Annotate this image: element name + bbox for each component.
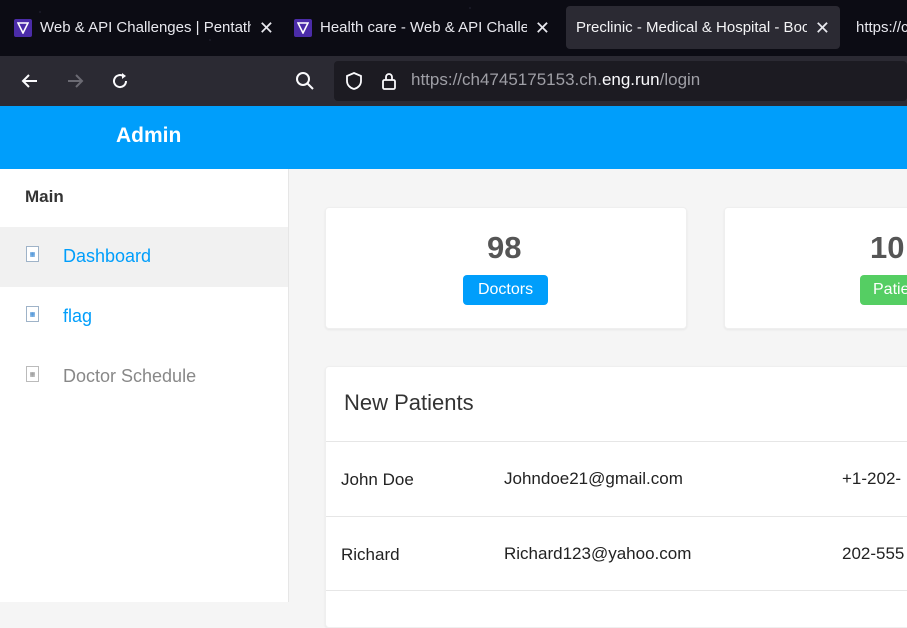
sidebar-menu-title: Main <box>25 187 64 206</box>
sidebar-item-label: flag <box>63 306 93 326</box>
browser-tab-2[interactable]: Health care - Web & API Challe ✕ <box>294 6 550 49</box>
stat-label-badge: Doctors <box>463 275 548 305</box>
stat-card-doctors <box>325 207 687 329</box>
back-arrow-icon[interactable] <box>17 68 43 94</box>
sidebar-item-label: Dashboard <box>63 246 152 266</box>
browser-tab-title: https://c <box>856 19 907 36</box>
divider <box>326 516 907 517</box>
patient-email: Johndoe21@gmail.com <box>504 469 683 488</box>
browser-tab-title: Health care - Web & API Challe <box>320 19 527 36</box>
browser-tab-active[interactable]: Preclinic - Medical & Hospital - Boo ✕ <box>566 6 840 49</box>
browser-tab-title: Web & API Challenges | Pentath <box>40 19 251 36</box>
patient-phone: 202-555 <box>842 544 905 563</box>
patient-phone: +1-202- <box>842 469 902 488</box>
sidebar-item-label: Doctor Schedule <box>63 366 197 386</box>
sidebar-item-flag[interactable]: ▦ flag <box>0 287 288 347</box>
brand-title[interactable]: Admin <box>116 124 181 148</box>
pentester-lab-favicon-icon <box>294 18 312 37</box>
stat-value: 98 <box>487 230 522 265</box>
close-tab-icon[interactable]: ✕ <box>259 19 274 37</box>
url-text[interactable]: https://ch4745175153.ch.eng.run/login <box>411 70 700 90</box>
dashboard-icon: ▦ <box>26 246 39 262</box>
flag-icon: ▦ <box>26 306 39 322</box>
sidebar-item-doctor-schedule[interactable]: ▦ Doctor Schedule <box>0 347 288 407</box>
url-path: /login <box>659 70 701 89</box>
stat-label-badge: Patie <box>860 275 907 305</box>
patient-email: Richard123@yahoo.com <box>504 544 692 563</box>
divider <box>326 441 907 442</box>
close-tab-icon[interactable]: ✕ <box>535 19 550 37</box>
divider <box>326 590 907 591</box>
close-tab-icon[interactable]: ✕ <box>815 19 830 37</box>
url-prefix: https://ch4745175153.ch. <box>411 70 602 89</box>
pentester-lab-favicon-icon <box>14 18 32 37</box>
search-icon[interactable] <box>292 68 318 94</box>
stat-card-patients <box>724 207 907 329</box>
calendar-icon: ▦ <box>26 366 39 382</box>
browser-tab-title: Preclinic - Medical & Hospital - Boo <box>576 19 807 36</box>
panel-title: New Patients <box>344 390 474 415</box>
stat-value: 10 <box>870 230 905 265</box>
url-host: eng.run <box>601 70 660 89</box>
forward-arrow-icon[interactable] <box>62 68 88 94</box>
patient-name: John Doe <box>341 470 414 489</box>
shield-icon[interactable] <box>341 68 367 94</box>
browser-tab-4[interactable]: https://c <box>856 6 907 49</box>
sidebar-item-dashboard[interactable]: ▦ Dashboard <box>0 227 288 287</box>
patient-name: Richard <box>341 545 400 564</box>
browser-tab-1[interactable]: Web & API Challenges | Pentath ✕ <box>14 6 274 49</box>
lock-icon[interactable] <box>376 68 402 94</box>
reload-icon[interactable] <box>107 68 133 94</box>
